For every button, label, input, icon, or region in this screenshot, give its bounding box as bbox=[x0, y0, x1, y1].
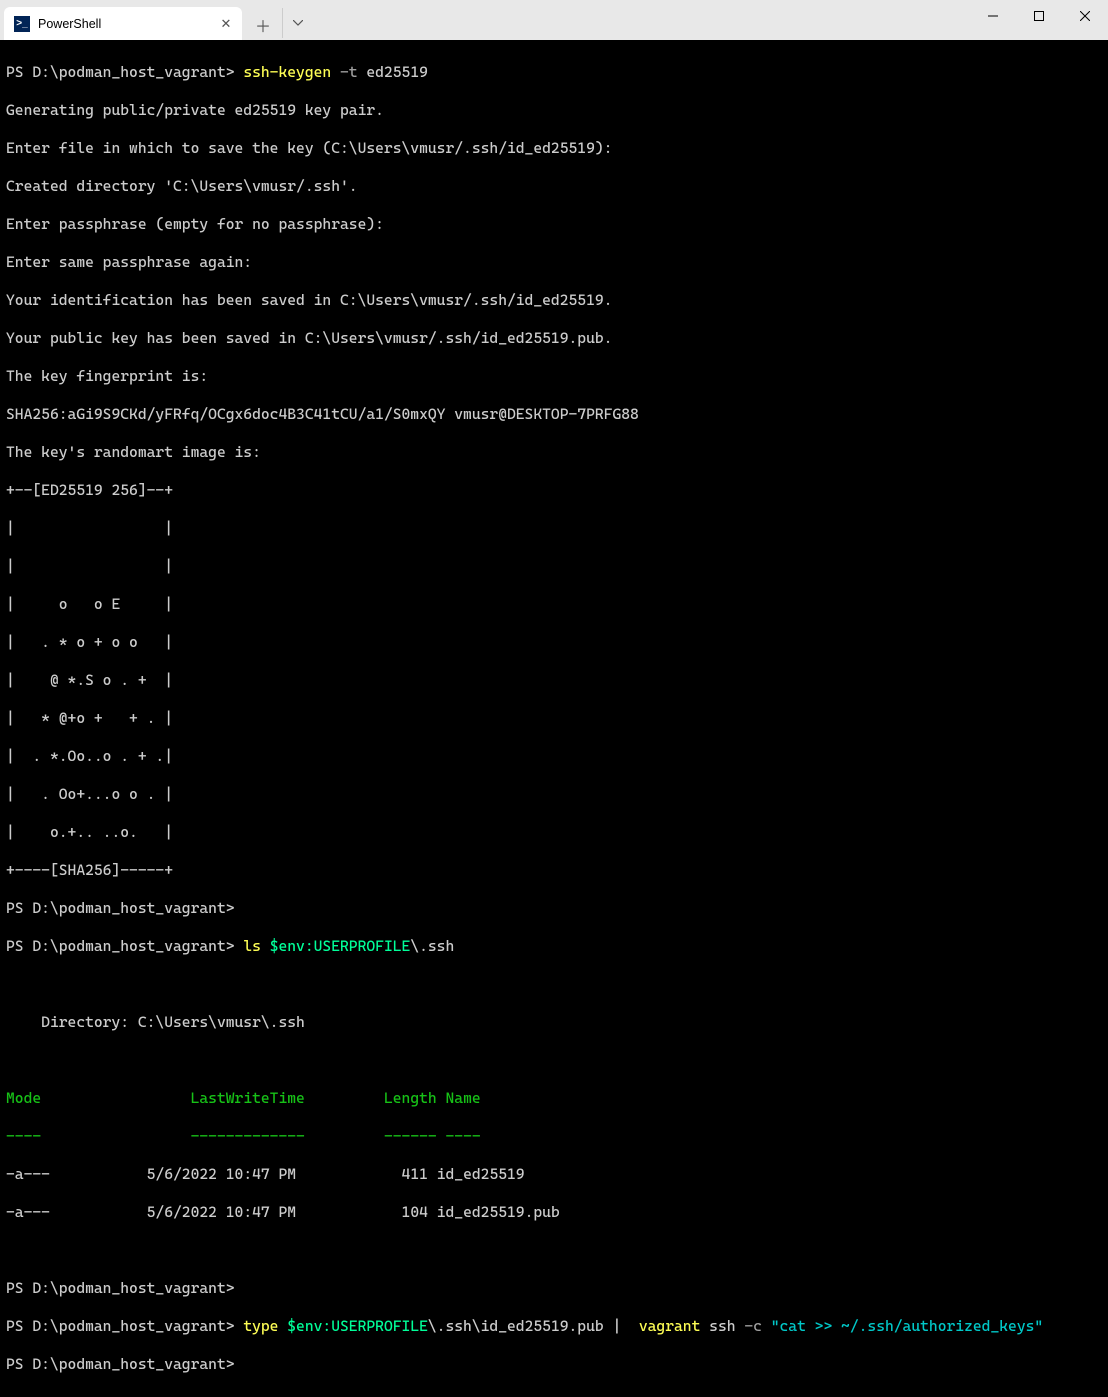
maximize-button[interactable] bbox=[1016, 0, 1062, 32]
table-header-row: Mode LastWriteTime Length Name bbox=[6, 1089, 1102, 1108]
output-line: | o.+.. ..o. | bbox=[6, 823, 1102, 842]
output-line: | o o E | bbox=[6, 595, 1102, 614]
output-line: | . * o + o o | bbox=[6, 633, 1102, 652]
env-var: $env:USERPROFILE bbox=[270, 937, 411, 955]
terminal-output[interactable]: PS D:\podman_host_vagrant> ssh-keygen -t… bbox=[0, 40, 1108, 1397]
output-line: | . Oo+...o o . | bbox=[6, 785, 1102, 804]
prompt: PS D:\podman_host_vagrant> bbox=[6, 1317, 235, 1335]
path-suffix: \.ssh\id_ed25519.pub bbox=[428, 1317, 604, 1335]
output-line: | | bbox=[6, 519, 1102, 538]
output-line: +----[SHA256]-----+ bbox=[6, 861, 1102, 880]
tab-title: PowerShell bbox=[38, 17, 101, 31]
output-line: | . *.Oo..o . + .| bbox=[6, 747, 1102, 766]
minimize-button[interactable] bbox=[970, 0, 1016, 32]
command: ls bbox=[243, 937, 261, 955]
output-line: | * @+o + + . | bbox=[6, 709, 1102, 728]
output-line: SHA256:aGi9S9CKd/yFRfq/OCgx6doc4B3C41tCU… bbox=[6, 405, 1102, 424]
env-var: $env:USERPROFILE bbox=[287, 1317, 428, 1335]
output-line: The key fingerprint is: bbox=[6, 367, 1102, 386]
powershell-icon: >_ bbox=[14, 16, 30, 32]
command: vagrant bbox=[639, 1317, 701, 1335]
output-line: Created directory 'C:\Users\vmusr/.ssh'. bbox=[6, 177, 1102, 196]
table-row: -a--- 5/6/2022 10:47 PM 104 id_ed25519.p… bbox=[6, 1203, 1102, 1222]
pipe: | bbox=[612, 1317, 621, 1335]
output-line: Enter same passphrase again: bbox=[6, 253, 1102, 272]
output-line: Enter passphrase (empty for no passphras… bbox=[6, 215, 1102, 234]
directory-header: Directory: C:\Users\vmusr\.ssh bbox=[6, 1013, 1102, 1032]
flag: -c bbox=[744, 1317, 762, 1335]
output-line: | | bbox=[6, 557, 1102, 576]
output-line: | @ *.S o . + | bbox=[6, 671, 1102, 690]
tab-dropdown-button[interactable] bbox=[282, 8, 312, 38]
string-arg: "cat >> ~/.ssh/authorized_keys" bbox=[771, 1317, 1043, 1335]
output-line: Your public key has been saved in C:\Use… bbox=[6, 329, 1102, 348]
prompt: PS D:\podman_host_vagrant> bbox=[6, 63, 235, 81]
window-controls bbox=[970, 0, 1108, 32]
subcommand: ssh bbox=[709, 1317, 735, 1335]
prompt: PS D:\podman_host_vagrant> bbox=[6, 899, 235, 917]
close-tab-button[interactable]: ✕ bbox=[218, 16, 234, 32]
arg: ed25519 bbox=[366, 63, 428, 81]
flag: -t bbox=[340, 63, 358, 81]
output-line: The key's randomart image is: bbox=[6, 443, 1102, 462]
prompt: PS D:\podman_host_vagrant> bbox=[6, 1279, 235, 1297]
path-suffix: \.ssh bbox=[410, 937, 454, 955]
command: ssh-keygen bbox=[243, 63, 331, 81]
output-line: Generating public/private ed25519 key pa… bbox=[6, 101, 1102, 120]
table-header-sep: ---- ------------- ------ ---- bbox=[6, 1127, 1102, 1146]
output-line: Your identification has been saved in C:… bbox=[6, 291, 1102, 310]
tab-powershell[interactable]: >_ PowerShell ✕ bbox=[4, 7, 242, 40]
new-tab-button[interactable]: ＋ bbox=[246, 10, 280, 40]
output-line: +--[ED25519 256]--+ bbox=[6, 481, 1102, 500]
prompt: PS D:\podman_host_vagrant> bbox=[6, 1355, 235, 1373]
output-line: Enter file in which to save the key (C:\… bbox=[6, 139, 1102, 158]
titlebar: >_ PowerShell ✕ ＋ bbox=[0, 0, 1108, 40]
table-row: -a--- 5/6/2022 10:47 PM 411 id_ed25519 bbox=[6, 1165, 1102, 1184]
command: type bbox=[243, 1317, 278, 1335]
close-window-button[interactable] bbox=[1062, 0, 1108, 32]
prompt: PS D:\podman_host_vagrant> bbox=[6, 937, 235, 955]
